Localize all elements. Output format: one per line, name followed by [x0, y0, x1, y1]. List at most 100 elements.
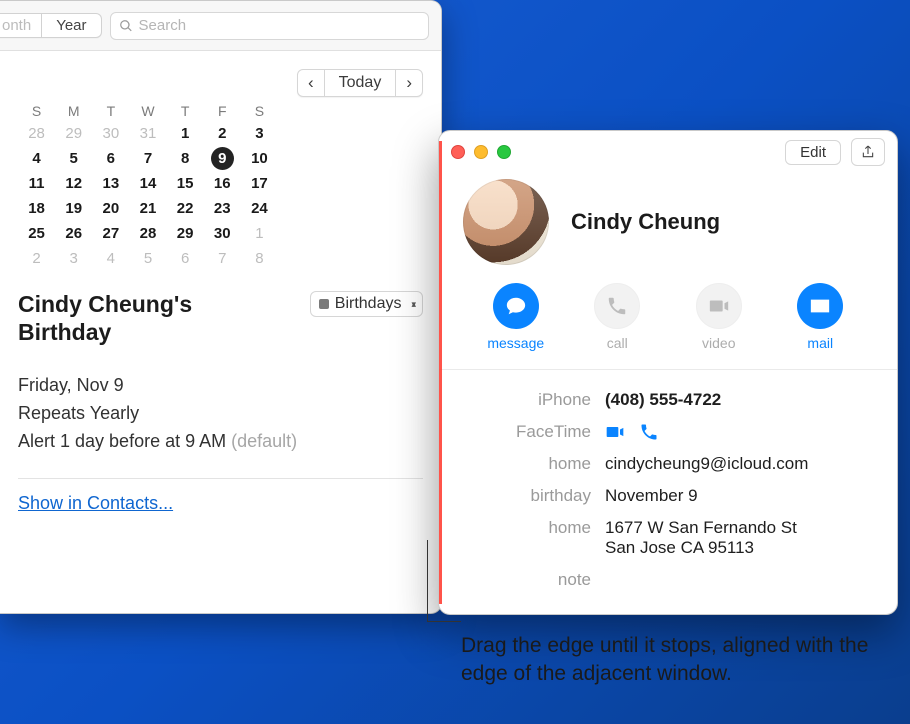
phone-icon[interactable]: [639, 422, 659, 442]
event-alert: Alert 1 day before at 9 AM (default): [18, 428, 423, 456]
day-cell[interactable]: 29: [55, 121, 92, 146]
category-label: Birthdays: [335, 295, 402, 313]
mail-icon: [809, 295, 831, 317]
view-year[interactable]: Year: [42, 14, 100, 37]
day-cell[interactable]: 24: [241, 196, 278, 221]
facetime-icons: [605, 422, 873, 442]
day-cell[interactable]: 4: [18, 146, 55, 171]
day-cell[interactable]: 7: [204, 246, 241, 271]
field-email[interactable]: home cindycheung9@icloud.com: [463, 448, 873, 480]
window-snap-edge-highlight[interactable]: [439, 141, 442, 604]
next-month-button[interactable]: ›: [396, 70, 422, 96]
day-cell[interactable]: 26: [55, 221, 92, 246]
dow: M: [55, 103, 92, 121]
video-action[interactable]: video: [679, 283, 759, 351]
prev-month-button[interactable]: ‹: [298, 70, 325, 96]
field-iphone[interactable]: iPhone (408) 555-4722: [463, 384, 873, 416]
dow: W: [129, 103, 166, 121]
day-cell[interactable]: 2: [18, 246, 55, 271]
view-month-partial[interactable]: onth: [0, 14, 42, 37]
dow: F: [204, 103, 241, 121]
field-value: November 9: [605, 486, 873, 506]
day-cell[interactable]: 22: [167, 196, 204, 221]
field-label: FaceTime: [463, 422, 591, 442]
zoom-button[interactable]: [497, 145, 511, 159]
mail-action[interactable]: mail: [780, 283, 860, 351]
field-address[interactable]: home 1677 W San Fernando St San Jose CA …: [463, 512, 873, 564]
window-titlebar[interactable]: Edit: [439, 131, 897, 173]
action-label: video: [702, 335, 735, 351]
search-input[interactable]: [139, 17, 420, 34]
message-action[interactable]: message: [476, 283, 556, 351]
field-value: 1677 W San Fernando St San Jose CA 95113: [605, 518, 873, 558]
day-cell[interactable]: 28: [18, 121, 55, 146]
field-facetime[interactable]: FaceTime: [463, 416, 873, 448]
video-icon[interactable]: [605, 422, 625, 442]
day-cell[interactable]: 1: [241, 221, 278, 246]
category-color-swatch: [319, 299, 329, 309]
calendar-toolbar: onth Year: [0, 1, 441, 51]
day-cell[interactable]: 3: [55, 246, 92, 271]
day-cell[interactable]: 6: [92, 146, 129, 171]
day-cell[interactable]: 31: [129, 121, 166, 146]
field-label: birthday: [463, 486, 591, 506]
day-cell[interactable]: 11: [18, 171, 55, 196]
video-icon: [708, 295, 730, 317]
day-cell[interactable]: 15: [167, 171, 204, 196]
day-cell[interactable]: 30: [204, 221, 241, 246]
field-note[interactable]: note: [463, 564, 873, 596]
field-birthday[interactable]: birthday November 9: [463, 480, 873, 512]
contact-name: Cindy Cheung: [571, 209, 720, 235]
close-button[interactable]: [451, 145, 465, 159]
day-cell[interactable]: 7: [129, 146, 166, 171]
avatar[interactable]: [463, 179, 549, 265]
field-label: home: [463, 518, 591, 538]
day-cell[interactable]: 23: [204, 196, 241, 221]
day-cell[interactable]: 27: [92, 221, 129, 246]
day-cell[interactable]: 4: [92, 246, 129, 271]
today-button[interactable]: Today: [325, 70, 397, 96]
day-cell[interactable]: 21: [129, 196, 166, 221]
day-cell[interactable]: 17: [241, 171, 278, 196]
view-segmented-control[interactable]: onth Year: [0, 13, 102, 38]
contact-actions: message call video mail: [439, 283, 897, 369]
share-button[interactable]: [851, 138, 885, 166]
minimize-button[interactable]: [474, 145, 488, 159]
edit-button[interactable]: Edit: [785, 140, 841, 165]
day-cell[interactable]: 6: [167, 246, 204, 271]
field-label: note: [463, 570, 591, 590]
field-label: iPhone: [463, 390, 591, 410]
call-action[interactable]: call: [577, 283, 657, 351]
search-field[interactable]: [110, 12, 429, 40]
day-cell[interactable]: 8: [241, 246, 278, 271]
day-cell[interactable]: 8: [167, 146, 204, 171]
calendar-body: ‹ Today › S M T W T F S 2829303112345678…: [0, 51, 441, 514]
action-label: call: [607, 335, 628, 351]
day-cell[interactable]: 12: [55, 171, 92, 196]
day-cell[interactable]: 3: [241, 121, 278, 146]
day-cell[interactable]: 20: [92, 196, 129, 221]
show-in-contacts-link[interactable]: Show in Contacts...: [18, 493, 173, 513]
day-cell[interactable]: 14: [129, 171, 166, 196]
day-cell[interactable]: 29: [167, 221, 204, 246]
day-cell[interactable]: 30: [92, 121, 129, 146]
event-date: Friday, Nov 9: [18, 372, 423, 400]
day-cell[interactable]: 5: [129, 246, 166, 271]
calendar-nav: ‹ Today ›: [297, 69, 423, 97]
day-cell[interactable]: 5: [55, 146, 92, 171]
field-value: cindycheung9@icloud.com: [605, 454, 873, 474]
day-cell[interactable]: 2: [204, 121, 241, 146]
callout-text: Drag the edge until it stops, aligned wi…: [461, 632, 881, 689]
day-cell[interactable]: 1: [167, 121, 204, 146]
day-cell[interactable]: 25: [18, 221, 55, 246]
contact-header: Cindy Cheung: [439, 173, 897, 283]
day-cell[interactable]: 18: [18, 196, 55, 221]
day-cell[interactable]: 16: [204, 171, 241, 196]
day-cell[interactable]: 10: [241, 146, 278, 171]
day-cell[interactable]: 19: [55, 196, 92, 221]
day-cell[interactable]: 28: [129, 221, 166, 246]
calendar-category-picker[interactable]: Birthdays ▴▾: [310, 291, 423, 317]
dow: T: [92, 103, 129, 121]
day-cell[interactable]: 13: [92, 171, 129, 196]
day-cell[interactable]: 9: [204, 146, 241, 171]
